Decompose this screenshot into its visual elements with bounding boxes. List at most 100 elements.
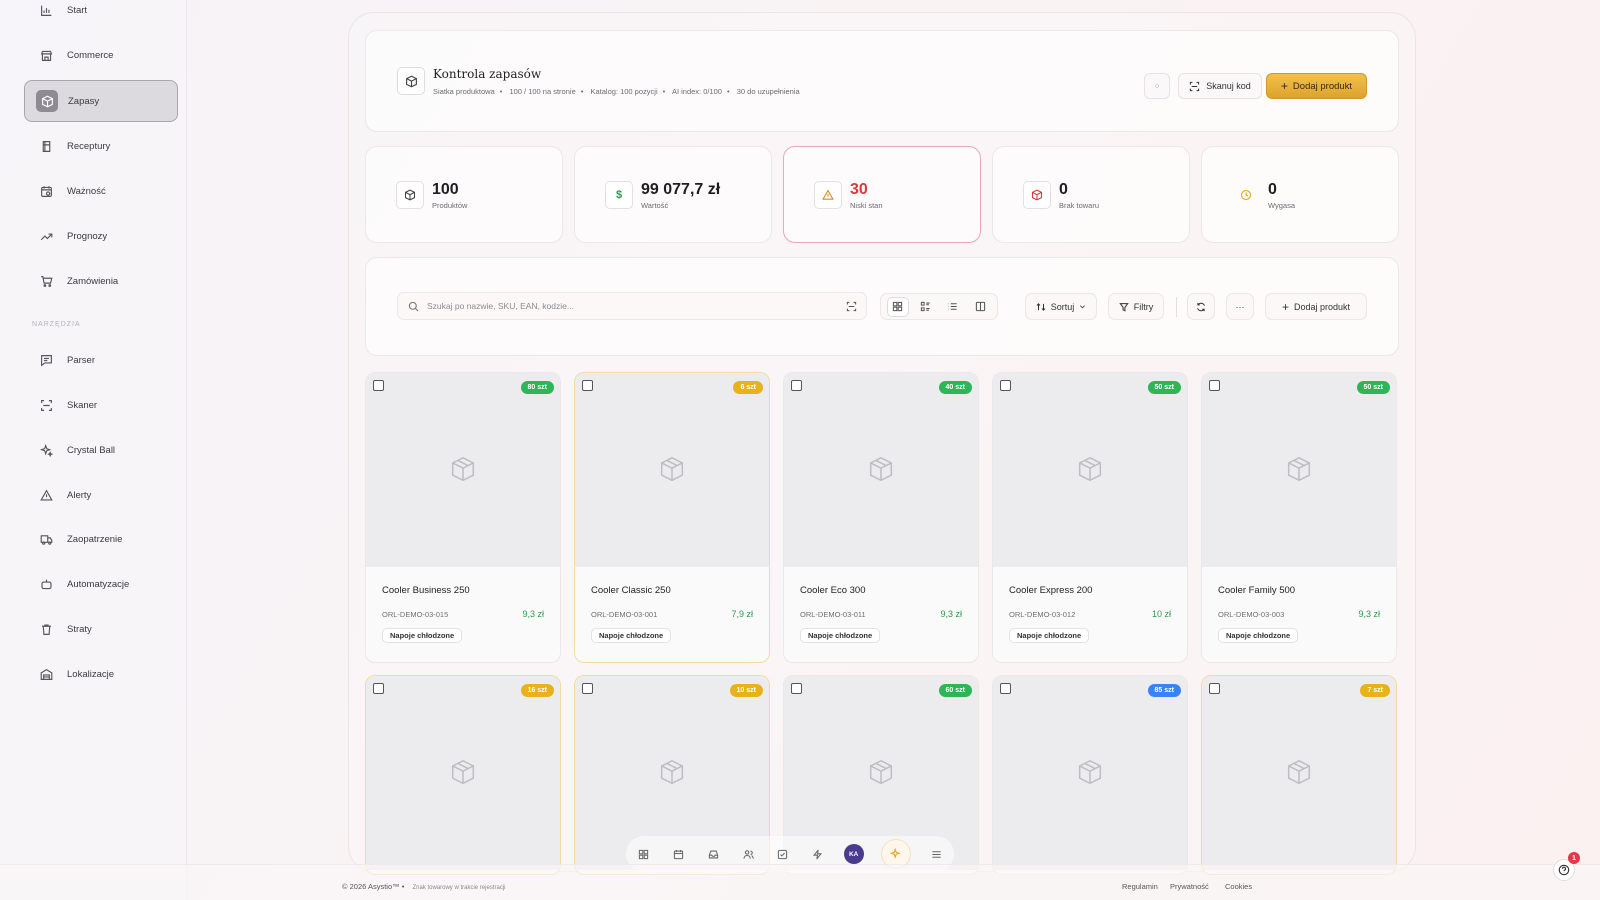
columns-view-icon[interactable] xyxy=(969,297,991,317)
product-select-checkbox[interactable] xyxy=(1000,380,1011,391)
sidebar-item-label: Zamówienia xyxy=(67,275,119,287)
help-button[interactable]: 1 xyxy=(1553,852,1580,881)
footer-link-cookies[interactable]: Cookies xyxy=(1225,882,1252,891)
stat-card-low-stock[interactable]: 30 Niski stan xyxy=(783,146,981,243)
grid-view-icon[interactable] xyxy=(886,296,909,317)
scan-code-button[interactable]: Skanuj kod xyxy=(1178,73,1262,99)
add-product-button[interactable]: + Dodaj produkt xyxy=(1266,73,1367,99)
sidebar-item-straty[interactable]: Straty xyxy=(24,608,178,650)
sidebar-item-zaopatrzenie[interactable]: Zaopatrzenie xyxy=(24,518,178,560)
product-select-checkbox[interactable] xyxy=(582,380,593,391)
add-product-label: Dodaj produkt xyxy=(1292,80,1353,92)
stock-badge: 6 szt xyxy=(733,381,763,394)
scan-icon[interactable] xyxy=(846,301,857,312)
dollar-icon: $ xyxy=(605,181,633,209)
stat-card-value[interactable]: $ 99 077,7 zł Wartość xyxy=(574,146,772,243)
product-card[interactable]: 6 szt Cooler Classic 250 ORL-DEMO-03-001 7,… xyxy=(574,372,770,663)
sidebar-item-start[interactable]: Start xyxy=(24,0,178,31)
sidebar-item-alerty[interactable]: Alerty xyxy=(24,474,178,516)
sidebar-item-receptury[interactable]: Receptury xyxy=(24,125,178,167)
product-category-tag: Napoje chłodzone xyxy=(800,628,881,643)
sidebar-item-label: Prognozy xyxy=(67,230,108,242)
avatar[interactable]: KA xyxy=(843,844,864,864)
search-input[interactable] xyxy=(427,301,846,311)
sidebar-item-automatyzacje[interactable]: Automatyzacje xyxy=(24,563,178,605)
stock-badge: 50 szt xyxy=(1356,381,1390,394)
store-icon xyxy=(38,47,54,63)
more-options-button[interactable]: ··· xyxy=(1226,293,1254,320)
product-select-checkbox[interactable] xyxy=(791,683,802,694)
stat-card-expiring[interactable]: 0 Wygasa xyxy=(1201,146,1399,243)
meta-to-restock: 30 do uzupełnienia xyxy=(736,87,800,96)
stat-label: Produktów xyxy=(432,201,468,210)
sidebar-item-prognozy[interactable]: Prognozy xyxy=(24,215,178,257)
stat-card-out-of-stock[interactable]: 0 Brak towaru xyxy=(992,146,1190,243)
product-select-checkbox[interactable] xyxy=(791,380,802,391)
dashboard-icon[interactable] xyxy=(634,845,652,863)
product-select-checkbox[interactable] xyxy=(1000,683,1011,694)
sidebar-item-parser[interactable]: Parser xyxy=(24,339,178,381)
copyright: © 2026 Asystio™ • Znak towarowy w trakci… xyxy=(342,882,505,891)
product-select-checkbox[interactable] xyxy=(1209,683,1220,694)
small-action-button[interactable]: ○ xyxy=(1144,73,1170,99)
refresh-button[interactable] xyxy=(1187,293,1215,320)
clock-icon xyxy=(1232,181,1260,209)
trending-up-icon xyxy=(38,228,54,244)
product-card[interactable]: 40 szt Cooler Eco 300 ORL-DEMO-03-011 9,3 z… xyxy=(783,372,979,663)
product-card[interactable]: 50 szt Cooler Family 500 ORL-DEMO-03-003 9,… xyxy=(1201,372,1397,663)
product-price: 9,3 zł xyxy=(1358,609,1380,619)
lightning-icon[interactable] xyxy=(809,845,827,863)
product-sku: ORL-DEMO-03-011 xyxy=(800,610,866,619)
add-product-toolbar-button[interactable]: + Dodaj produkt xyxy=(1265,293,1367,320)
users-icon[interactable] xyxy=(739,845,757,863)
footer-link-terms[interactable]: Regulamin xyxy=(1122,882,1158,891)
sidebar-item-label: Zapasy xyxy=(68,95,100,107)
sidebar-item-zamowienia[interactable]: Zamówienia xyxy=(24,260,178,302)
message-icon xyxy=(38,352,54,368)
recipe-icon xyxy=(38,138,54,154)
trash-icon xyxy=(38,621,54,637)
sidebar-item-crystal-ball[interactable]: Crystal Ball xyxy=(24,429,178,471)
sidebar-item-commerce[interactable]: Commerce xyxy=(24,34,178,76)
calendar-icon[interactable] xyxy=(669,845,687,863)
sidebar-item-lokalizacje[interactable]: Lokalizacje xyxy=(24,653,178,695)
sort-icon xyxy=(1036,302,1046,312)
product-select-checkbox[interactable] xyxy=(373,380,384,391)
product-card[interactable]: 50 szt Cooler Express 200 ORL-DEMO-03-012 1… xyxy=(992,372,1188,663)
product-image-placeholder xyxy=(993,676,1187,870)
checkbox-icon[interactable] xyxy=(774,845,792,863)
product-select-checkbox[interactable] xyxy=(373,683,384,694)
product-image-placeholder xyxy=(1202,676,1396,870)
header-card: Kontrola zapasów Siatka produktowa • 100 … xyxy=(365,30,1399,132)
sidebar-item-zapasy[interactable]: Zapasy xyxy=(24,80,178,122)
product-name: Cooler Express 200 xyxy=(1009,585,1093,596)
sidebar-item-skaner[interactable]: Skaner xyxy=(24,384,178,426)
sidebar-item-label: Skaner xyxy=(67,399,98,411)
footer-link-privacy[interactable]: Prywatność xyxy=(1170,882,1209,891)
sidebar-item-waznosc[interactable]: Ważność xyxy=(24,170,178,212)
calendar-clock-icon xyxy=(38,183,54,199)
product-card[interactable]: 85 szt xyxy=(992,675,1188,875)
menu-icon[interactable] xyxy=(927,845,945,863)
product-select-checkbox[interactable] xyxy=(1209,380,1220,391)
box-icon xyxy=(1075,455,1105,485)
sort-button[interactable]: Sortuj xyxy=(1025,293,1097,320)
product-sku: ORL-DEMO-03-012 xyxy=(1009,610,1076,619)
stat-card-products[interactable]: 100 Produktów xyxy=(365,146,563,243)
compact-grid-icon[interactable] xyxy=(914,297,936,317)
sidebar: Start Commerce Zapasy Receptury Ważność … xyxy=(0,0,187,900)
product-card[interactable]: 7 szt xyxy=(1201,675,1397,875)
list-view-icon[interactable] xyxy=(942,297,964,317)
stat-value: 99 077,7 zł xyxy=(641,181,721,198)
inbox-icon[interactable] xyxy=(704,845,722,863)
stock-badge: 16 szt xyxy=(520,684,554,697)
view-mode-toggle xyxy=(880,293,998,320)
stat-value: 0 xyxy=(1059,181,1068,198)
product-card[interactable]: 16 szt xyxy=(365,675,561,875)
box-icon xyxy=(448,758,478,788)
search-box xyxy=(397,292,867,320)
box-icon xyxy=(866,455,896,485)
product-select-checkbox[interactable] xyxy=(582,683,593,694)
filters-button[interactable]: Filtry xyxy=(1108,293,1164,320)
product-card[interactable]: 80 szt Cooler Business 250 ORL-DEMO-03-015… xyxy=(365,372,561,663)
